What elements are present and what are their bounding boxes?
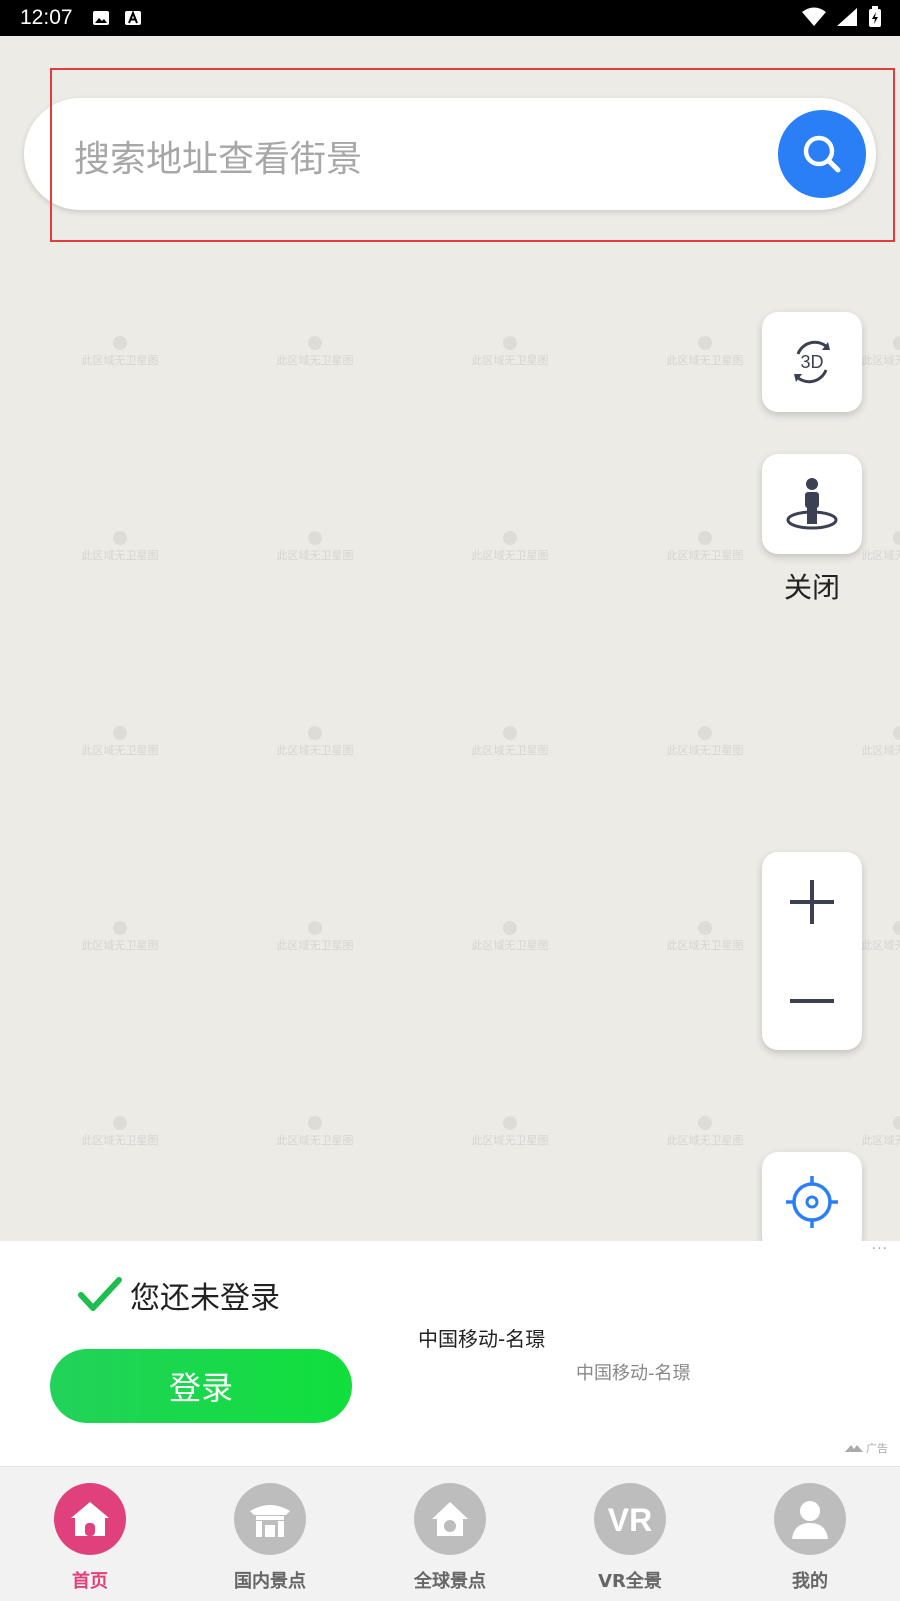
home-icon [54,1483,126,1555]
highlight-box [50,68,895,242]
a-notification-icon [125,10,141,25]
login-panel: 您还未登录 登录 中国移动-名璟 中国移动-名璟 ··· 广告 [0,1241,900,1466]
locate-button[interactable] [762,1152,862,1252]
ad-logo-icon [844,1445,863,1452]
map-watermark: 此区域无卫星图 [75,336,165,368]
map-watermark: 此区域无卫星图 [660,1116,750,1148]
map-watermark: 此区域无卫星图 [270,726,360,758]
nav-item-domestic-attractions[interactable]: 国内景点 [180,1467,360,1601]
street-view-close-label[interactable]: 关闭 [762,566,862,606]
map-watermark: 此区域无卫星图 [465,336,555,368]
map-watermark: 此区域无卫星图 [465,726,555,758]
battery-icon [869,6,881,27]
map-watermark: 此区域无卫星图 [855,1116,900,1148]
map-watermark: 此区域无卫星图 [270,1116,360,1148]
map-watermark: 此区域无卫星图 [270,336,360,368]
login-button[interactable]: 登录 [50,1349,352,1423]
ad-label: 广告 [844,1440,888,1456]
zoom-control [762,852,862,1050]
map-watermark: 此区域无卫星图 [855,726,900,758]
ad-more-button[interactable]: ··· [872,1241,888,1257]
status-time: 12:07 [20,6,73,29]
map-watermark: 此区域无卫星图 [660,531,750,563]
login-status: 您还未登录 [78,1273,280,1317]
image-notification-icon [93,11,109,25]
3d-toggle-button[interactable]: 3D [762,312,862,412]
map-watermark: 此区域无卫星图 [660,921,750,953]
signal-icon [837,8,857,26]
status-bar: 12:07 [0,0,900,36]
minus-icon [790,998,834,1003]
bottom-navigation: 首页 国内景点 全球景点 VR VR全景 我的 [0,1466,900,1601]
nav-item-home[interactable]: 首页 [0,1467,180,1601]
nav-item-label: 首页 [72,1571,108,1592]
ad-subtitle[interactable]: 中国移动-名璟 [576,1359,691,1385]
map-watermark: 此区域无卫星图 [270,531,360,563]
map-watermark: 此区域无卫星图 [660,336,750,368]
svg-text:VR: VR [608,1502,652,1537]
nav-item-label: 我的 [792,1571,828,1592]
temple-icon [234,1483,306,1555]
map-watermark: 此区域无卫星图 [465,531,555,563]
map-watermark: 此区域无卫星图 [75,531,165,563]
map-watermark: 此区域无卫星图 [465,921,555,953]
nav-item-mine[interactable]: 我的 [720,1467,900,1601]
vr-icon: VR [594,1483,666,1555]
nav-item-vr-panorama[interactable]: VR VR全景 [540,1467,720,1601]
zoom-out-button[interactable] [762,951,862,1050]
checkmark-icon [78,1277,122,1311]
nav-item-label: VR全景 [598,1571,662,1592]
map-watermark: 此区域无卫星图 [270,921,360,953]
nav-item-label: 全球景点 [414,1571,486,1592]
plus-icon [790,879,834,924]
map-watermark: 此区域无卫星图 [660,726,750,758]
login-status-text: 您还未登录 [130,1281,280,1316]
wifi-icon [802,7,826,26]
3d-rotate-icon: 3D [794,340,830,384]
map-watermark: 此区域无卫星图 [75,726,165,758]
crosshair-icon [786,1176,838,1228]
map-watermark: 此区域无卫星图 [75,1116,165,1148]
svg-text:3D: 3D [800,352,823,372]
globe-house-icon [414,1483,486,1555]
nav-item-global-attractions[interactable]: 全球景点 [360,1467,540,1601]
person-icon [774,1483,846,1555]
pegman-icon [786,478,838,530]
nav-item-label: 国内景点 [234,1571,306,1592]
street-view-toggle-button[interactable] [762,454,862,554]
zoom-in-button[interactable] [762,852,862,951]
ad-title[interactable]: 中国移动-名璟 [418,1323,545,1352]
map-watermark: 此区域无卫星图 [75,921,165,953]
map-watermark: 此区域无卫星图 [465,1116,555,1148]
